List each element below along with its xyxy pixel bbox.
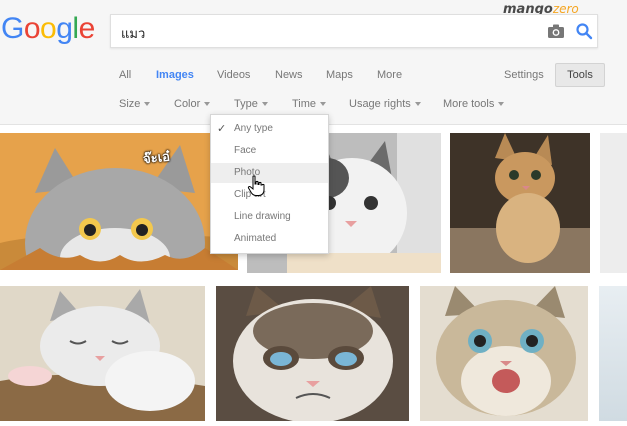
filter-label: Usage rights: [349, 98, 411, 110]
cat-illustration: [0, 133, 238, 270]
filter-type[interactable]: Type: [234, 98, 268, 110]
tab-news[interactable]: News: [275, 69, 303, 81]
check-icon: ✓: [217, 123, 227, 135]
logo-letter: e: [78, 12, 96, 45]
search-icon[interactable]: [574, 21, 594, 41]
menu-item-animated[interactable]: Animated: [211, 229, 328, 249]
menu-item-clip-art[interactable]: Clip art: [211, 185, 328, 205]
search-input[interactable]: แมว: [121, 23, 145, 44]
menu-item-any-type[interactable]: ✓ Any type: [211, 119, 328, 139]
cat-illustration: [450, 133, 590, 273]
camera-icon[interactable]: [546, 21, 566, 41]
cat-illustration: [420, 286, 588, 421]
filter-usage-rights[interactable]: Usage rights: [349, 98, 421, 110]
filter-more-tools[interactable]: More tools: [443, 98, 505, 110]
tools-button[interactable]: Tools: [555, 63, 605, 87]
filter-label: Color: [174, 98, 201, 110]
settings-link[interactable]: Settings: [504, 69, 544, 81]
filter-label: Size: [119, 98, 141, 110]
search-box[interactable]: แมว: [110, 14, 598, 48]
google-logo[interactable]: Google: [1, 12, 95, 46]
filter-label: More tools: [443, 98, 495, 110]
type-dropdown-menu: ✓ Any type Face Photo Clip art Line draw…: [210, 114, 329, 254]
image-caption: จ๊ะเอ๋: [142, 149, 171, 168]
hand-cursor-icon: [247, 175, 265, 196]
tab-videos[interactable]: Videos: [217, 69, 250, 81]
image-result-grumpy-cat[interactable]: [216, 286, 409, 421]
chevron-down-icon: [320, 102, 327, 107]
menu-item-label: Face: [234, 145, 257, 156]
filter-size[interactable]: Size: [119, 98, 151, 110]
logo-letter: G: [1, 12, 24, 45]
image-result-tabby-kitten[interactable]: [450, 133, 590, 273]
chevron-down-icon: [261, 102, 268, 107]
chevron-down-icon: [204, 102, 211, 107]
logo-letter: g: [56, 12, 73, 45]
image-result-partial[interactable]: [600, 133, 627, 273]
chevron-down-icon: [414, 102, 421, 107]
filter-label: Type: [234, 98, 258, 110]
filter-time[interactable]: Time: [292, 98, 327, 110]
image-result-sleeping-kitten[interactable]: [0, 286, 205, 421]
cat-illustration: [0, 286, 205, 421]
menu-item-label: Any type: [234, 123, 273, 134]
logo-letter: o: [23, 12, 41, 45]
menu-item-face[interactable]: Face: [211, 141, 328, 161]
image-result-cat-peeking[interactable]: จ๊ะเอ๋: [0, 133, 238, 270]
menu-item-photo[interactable]: Photo: [211, 163, 328, 183]
logo-letter: o: [40, 12, 57, 45]
chevron-down-icon: [498, 102, 505, 107]
menu-item-label: Animated: [234, 233, 277, 244]
image-result-partial[interactable]: [599, 286, 627, 421]
top-header: Google mangozero แมว All Images Videos N…: [0, 0, 627, 125]
filter-color[interactable]: Color: [174, 98, 211, 110]
tab-all[interactable]: All: [119, 69, 131, 81]
chevron-down-icon: [144, 102, 151, 107]
tab-images[interactable]: Images: [156, 69, 194, 81]
image-result-happy-kitten[interactable]: [420, 286, 588, 421]
menu-item-line-drawing[interactable]: Line drawing: [211, 207, 328, 227]
tab-maps[interactable]: Maps: [326, 69, 353, 81]
filter-label: Time: [292, 98, 317, 110]
menu-item-label: Line drawing: [234, 211, 291, 222]
tab-more[interactable]: More: [377, 69, 402, 81]
cat-illustration: [216, 286, 409, 421]
